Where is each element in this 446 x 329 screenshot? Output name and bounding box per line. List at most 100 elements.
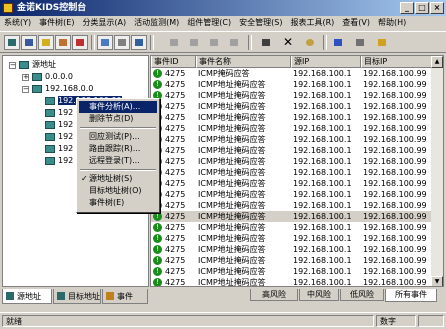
table-row[interactable]: !4275ICMP地址掩码应答192.168.100.1192.168.100.… <box>151 145 433 156</box>
tab-source[interactable]: 源地址 <box>2 289 52 304</box>
menu-security[interactable]: 安全管理(S) <box>235 16 286 30</box>
check-icon: ✓ <box>81 174 88 183</box>
tree-node[interactable]: 192.168.0.0 <box>32 83 93 95</box>
column-event-name[interactable]: 事件名称 <box>196 56 291 68</box>
link-icon[interactable] <box>206 35 222 50</box>
grid-icon[interactable] <box>21 35 37 50</box>
vertical-scrollbar[interactable]: ▲ ▼ <box>431 56 443 286</box>
menu-category[interactable]: 分类显示(A) <box>78 16 130 30</box>
menu-component[interactable]: 组件管理(C) <box>183 16 235 30</box>
tree-icon[interactable] <box>4 35 20 50</box>
table-row[interactable]: ! 4275 ICMP掩码应答 192.168.100.1 192.168.100.99 <box>151 68 433 79</box>
menu-remote-login[interactable]: 远程登录(T)... <box>79 155 157 167</box>
edit-icon[interactable] <box>38 35 54 50</box>
tree-node[interactable]: 192 <box>45 131 73 143</box>
computer-icon <box>45 156 55 165</box>
tab-high-risk[interactable]: 高风险 <box>250 289 298 301</box>
list-icon[interactable] <box>97 35 113 50</box>
collapse-icon[interactable]: − <box>22 86 29 93</box>
event-table[interactable]: 事件ID 事件名称 源IP 目标IP ! 4275 ICMP掩码应答 192.168.… <box>150 55 444 287</box>
refresh-icon[interactable] <box>72 35 88 50</box>
cell-name: ICMP地址掩码应答 <box>198 146 266 155</box>
table-row[interactable]: !4275ICMP地址掩码应答192.168.100.1192.168.100.… <box>151 90 433 101</box>
table-row[interactable]: !4275ICMP地址掩码应答192.168.100.1192.168.100.… <box>151 255 433 266</box>
cell-dst: 192.168.100.99 <box>363 201 427 210</box>
table-row[interactable]: !4275ICMP地址掩码应答192.168.100.1192.168.100.… <box>151 112 433 123</box>
event-status-icon: ! <box>153 223 162 232</box>
cell-src: 192.168.100.1 <box>293 146 352 155</box>
menu-system[interactable]: 系统(Y) <box>0 16 35 30</box>
cell-name: ICMP地址掩码应答 <box>198 212 266 221</box>
table-row[interactable]: !4275ICMP地址掩码应答192.168.100.1192.168.100.… <box>151 167 433 178</box>
tree-node[interactable]: 192 <box>45 107 73 119</box>
tab-all-events[interactable]: 所有事件 <box>385 289 437 302</box>
scroll-up-icon[interactable]: ▲ <box>431 56 443 68</box>
tree-root[interactable]: 源地址 <box>19 59 56 71</box>
print-icon[interactable] <box>352 35 368 50</box>
menu-delete-node[interactable]: 删除节点(D) <box>79 113 157 125</box>
menu-ping[interactable]: 回应测试(P)... <box>79 131 157 143</box>
tab-medium-risk[interactable]: 中风险 <box>299 289 339 301</box>
status-bar: 就绪 数字 <box>0 312 446 329</box>
column-target-ip[interactable]: 目标IP <box>361 56 433 68</box>
table-row[interactable]: !4275ICMP地址掩码应答192.168.100.1192.168.100.… <box>151 156 433 167</box>
table-row[interactable]: !4275ICMP地址掩码应答192.168.100.1192.168.100.… <box>151 123 433 134</box>
shield-icon[interactable] <box>330 35 346 50</box>
table-row[interactable]: !4275ICMP地址掩码应答192.168.100.1192.168.100.… <box>151 134 433 145</box>
menu-event-tree[interactable]: 事件树(E) <box>79 197 157 209</box>
report-icon[interactable] <box>114 35 130 50</box>
table-row[interactable]: !4275ICMP地址掩码应答192.168.100.1192.168.100.… <box>151 211 433 222</box>
collapse-icon[interactable]: − <box>9 62 16 69</box>
table-row[interactable]: !4275ICMP地址掩码应答192.168.100.1192.168.100.… <box>151 101 433 112</box>
tree-node[interactable]: 192 <box>45 155 73 167</box>
tab-event[interactable]: 事件 <box>102 289 148 304</box>
expand-icon[interactable]: + <box>22 74 29 81</box>
table-row[interactable]: !4275ICMP地址掩码应答192.168.100.1192.168.100.… <box>151 189 433 200</box>
tree-node[interactable]: 192 <box>45 119 73 131</box>
menu-monitor[interactable]: 活动监测(M) <box>130 16 183 30</box>
toolbar: ✕ <box>0 31 446 53</box>
scroll-down-icon[interactable]: ▼ <box>431 276 443 286</box>
plug-icon[interactable] <box>258 35 274 50</box>
menu-event-analysis[interactable]: 事件分析(A)... <box>79 101 157 113</box>
chart-icon[interactable] <box>131 35 147 50</box>
tab-target[interactable]: 目标地址 <box>53 289 101 304</box>
tree-node[interactable]: 0.0.0.0 <box>32 71 73 83</box>
tree-node[interactable]: 192 <box>45 143 73 155</box>
table-row[interactable]: !4275ICMP地址掩码应答192.168.100.1192.168.100.… <box>151 266 433 277</box>
table-row[interactable]: !4275ICMP地址掩码应答192.168.100.1192.168.100.… <box>151 244 433 255</box>
lock-icon[interactable] <box>374 35 390 50</box>
column-event-id[interactable]: 事件ID <box>151 56 196 68</box>
tool-icon[interactable] <box>55 35 71 50</box>
network-icon <box>57 292 65 300</box>
menu-help[interactable]: 帮助(H) <box>374 16 410 30</box>
menu-target-tree[interactable]: 目标地址树(O) <box>79 185 157 197</box>
table-row[interactable]: !4275ICMP地址掩码应答192.168.100.1192.168.100.… <box>151 79 433 90</box>
search-icon[interactable] <box>302 35 318 50</box>
unlink-icon[interactable] <box>226 35 242 50</box>
menu-traceroute[interactable]: 路由跟踪(R)... <box>79 143 157 155</box>
computer-icon <box>45 96 55 105</box>
minimize-button[interactable]: _ <box>400 2 414 14</box>
menu-report[interactable]: 报表工具(R) <box>286 16 338 30</box>
table-row[interactable]: !4275ICMP地址掩码应答192.168.100.1192.168.100.… <box>151 178 433 189</box>
close-button[interactable]: × <box>430 2 444 14</box>
connect-icon[interactable] <box>166 35 182 50</box>
disconnect-icon[interactable] <box>186 35 202 50</box>
cell-src: 192.168.100.1 <box>293 135 352 144</box>
cell-name: ICMP地址掩码应答 <box>198 234 266 243</box>
tab-low-risk[interactable]: 低风险 <box>340 289 384 301</box>
table-row[interactable]: !4275ICMP地址掩码应答192.168.100.1192.168.100.… <box>151 200 433 211</box>
maximize-button[interactable]: □ <box>415 2 429 14</box>
menu-view[interactable]: 查看(V) <box>338 16 374 30</box>
table-row[interactable]: !4275ICMP地址掩码应答192.168.100.1192.168.100.… <box>151 233 433 244</box>
menu-event-tree[interactable]: 事件树(E) <box>35 16 78 30</box>
cell-name: ICMP地址掩码应答 <box>198 201 266 210</box>
delete-icon[interactable]: ✕ <box>280 35 296 50</box>
column-source-ip[interactable]: 源IP <box>291 56 361 68</box>
menu-source-tree[interactable]: ✓ 源地址树(S) <box>79 173 157 185</box>
cell-src: 192.168.100.1 <box>293 190 352 199</box>
cell-src: 192.168.100.1 <box>293 80 352 89</box>
table-row[interactable]: !4275ICMP地址掩码应答192.168.100.1192.168.100.… <box>151 222 433 233</box>
table-row[interactable]: !4275ICMP地址掩码应答192.168.100.1192.168.100.… <box>151 277 433 286</box>
